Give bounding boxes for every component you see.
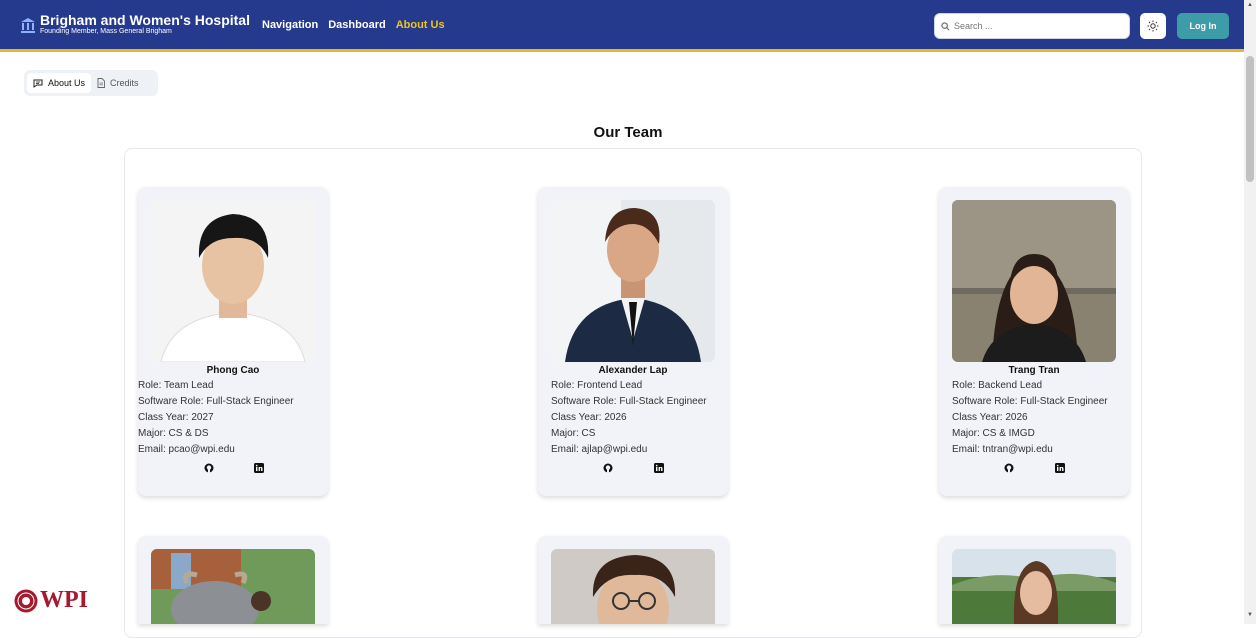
github-icon[interactable] <box>1004 463 1014 473</box>
message-square-icon <box>33 79 43 88</box>
page-scrollbar[interactable]: ▲ ▼ <box>1244 0 1256 624</box>
search-input[interactable] <box>954 21 1114 31</box>
member-photo <box>952 200 1116 362</box>
member-photo <box>151 200 315 362</box>
brand-subtitle: Founding Member, Mass General Brigham <box>40 28 172 35</box>
member-name: Phong Cao <box>206 365 260 376</box>
github-icon[interactable] <box>204 463 214 473</box>
member-email: Email: tntran@wpi.edu <box>952 444 1053 455</box>
member-role: Role: Team Lead <box>138 380 214 391</box>
search-icon <box>941 21 950 30</box>
brand[interactable]: Brigham and Women's Hospital Founding Me… <box>20 13 250 36</box>
search-box[interactable] <box>934 13 1130 39</box>
about-tabs: About Us Credits <box>24 70 158 96</box>
nav-dashboard[interactable]: Dashboard <box>328 19 385 31</box>
member-photo <box>952 549 1116 624</box>
linkedin-icon[interactable] <box>1055 463 1065 473</box>
nav-navigation[interactable]: Navigation <box>262 19 318 31</box>
team-member-card <box>939 536 1129 624</box>
member-name: Alexander Lap <box>598 365 668 376</box>
member-photo <box>551 549 715 624</box>
linkedin-icon[interactable] <box>654 463 664 473</box>
member-class-year: Class Year: 2027 <box>138 412 214 423</box>
member-role: Role: Backend Lead <box>952 380 1043 391</box>
wpi-logo: WPI <box>14 587 88 614</box>
github-icon[interactable] <box>603 463 613 473</box>
member-software-role: Software Role: Full-Stack Engineer <box>551 396 707 407</box>
team-member-card: Trang Tran Role: Backend Lead Software R… <box>939 187 1129 496</box>
login-button[interactable]: Log In <box>1177 13 1229 39</box>
tab-about-us-label: About Us <box>48 78 86 88</box>
member-photo <box>151 549 315 624</box>
team-member-card: Phong Cao Role: Team Lead Software Role:… <box>138 187 328 496</box>
member-email: Email: ajlap@wpi.edu <box>551 444 648 455</box>
nav-about-us[interactable]: About Us <box>396 19 445 31</box>
tab-credits-label: Credits <box>110 78 139 88</box>
member-major: Major: CS <box>551 428 596 439</box>
member-major: Major: CS & DS <box>138 428 209 439</box>
member-class-year: Class Year: 2026 <box>952 412 1028 423</box>
member-email: Email: pcao@wpi.edu <box>138 444 235 455</box>
member-role: Role: Frontend Lead <box>551 380 643 391</box>
document-icon <box>97 78 105 88</box>
team-member-card <box>538 536 728 624</box>
scroll-up-arrow-icon[interactable]: ▲ <box>1246 2 1254 10</box>
scroll-down-arrow-icon[interactable]: ▼ <box>1246 612 1254 620</box>
member-software-role: Software Role: Full-Stack Engineer <box>138 396 294 407</box>
brand-title: Brigham and Women's Hospital <box>40 12 250 28</box>
tab-credits[interactable]: Credits <box>91 73 145 93</box>
member-software-role: Software Role: Full-Stack Engineer <box>952 396 1108 407</box>
wpi-seal-icon <box>14 589 38 612</box>
scrollbar-thumb[interactable] <box>1246 56 1254 182</box>
theme-toggle-button[interactable] <box>1140 13 1166 39</box>
sun-icon <box>1147 20 1159 32</box>
member-class-year: Class Year: 2026 <box>551 412 627 423</box>
hospital-building-icon <box>21 17 35 33</box>
page-title: Our Team <box>593 124 663 141</box>
linkedin-icon[interactable] <box>254 463 264 473</box>
tab-about-us[interactable]: About Us <box>27 73 92 93</box>
main-nav: Navigation Dashboard About Us <box>262 19 455 31</box>
team-member-card: Alexander Lap Role: Frontend Lead Softwa… <box>538 187 728 496</box>
member-photo <box>551 200 715 362</box>
member-major: Major: CS & IMGD <box>952 428 1035 439</box>
member-name: Trang Tran <box>1008 365 1060 376</box>
wpi-logo-text: WPI <box>40 587 88 613</box>
team-member-card <box>138 536 328 624</box>
